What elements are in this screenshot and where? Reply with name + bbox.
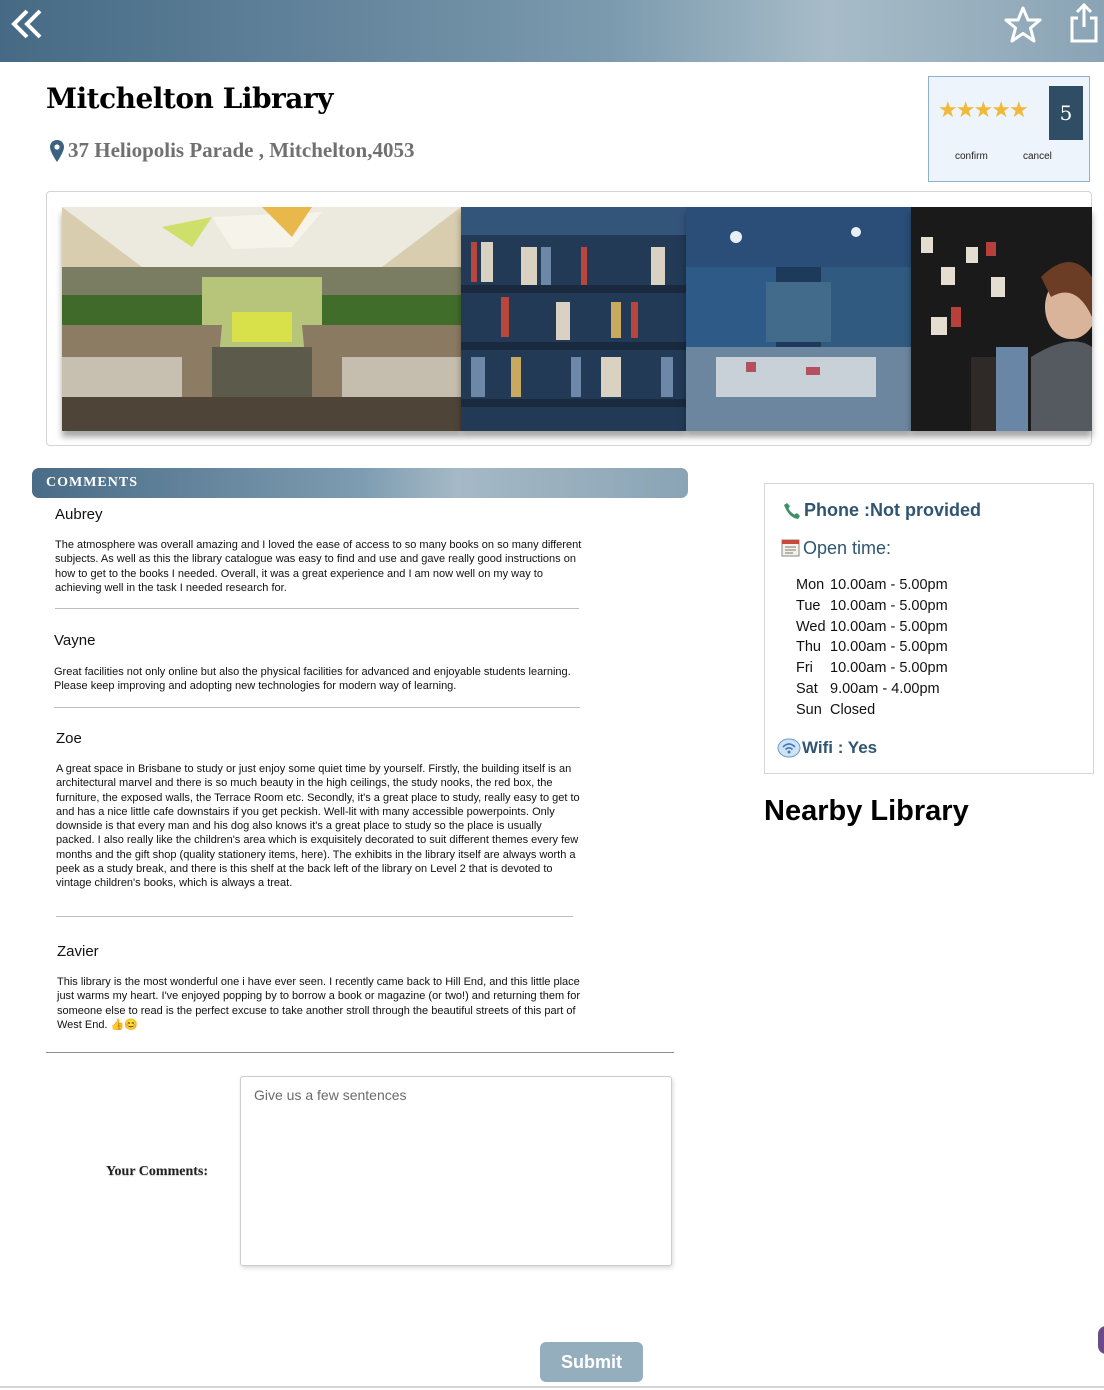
top-bar [0,0,1104,62]
comments-header: COMMENTS [32,468,688,498]
hours-row: Wed 10.00am - 5.00pm [796,619,948,640]
comment-author: Vayne [54,632,96,649]
comment-text: This library is the most wonderful one i… [57,976,581,1031]
star-rating[interactable]: ★ ★ ★ ★ ★ [938,99,1029,121]
phone-icon [784,502,800,519]
comment-text: Great facilities not only online but als… [54,666,571,693]
hours-row: Mon 10.00am - 5.00pm [796,577,948,598]
comment-author: Aubrey [55,506,103,523]
cancel-button[interactable]: cancel [1023,151,1052,162]
double-chevron-left-icon [11,9,42,39]
library-title: Mitchelton Library [46,82,333,115]
hours-day: Sun [796,701,822,718]
hours-time: 9.00am - 4.00pm [830,680,940,697]
side-edge-tab[interactable] [1098,1326,1104,1354]
phone-info: Phone :Not provided [783,500,981,521]
wifi-icon [777,738,801,758]
bookshop-interior-photo[interactable] [686,207,911,431]
hours-time: Closed [830,701,876,718]
hours-time: 10.00am - 5.00pm [830,618,948,635]
comment-input[interactable] [240,1076,672,1266]
submit-button[interactable]: Submit [540,1342,643,1382]
comment-divider [54,707,580,708]
hours-time: 10.00am - 5.00pm [830,597,948,614]
map-pin-icon [50,139,64,162]
phone-text: Phone :Not provided [804,500,981,520]
confirm-button[interactable]: confirm [955,151,988,162]
hours-time: 10.00am - 5.00pm [830,639,948,656]
hours-day: Fri [796,660,813,677]
library-atrium-photo[interactable] [62,207,461,431]
hours-day: Thu [796,639,821,656]
favorite-button[interactable] [1003,5,1043,45]
bookseller-photo[interactable] [911,207,1092,431]
star-outline-icon [1004,6,1042,43]
share-button[interactable] [1066,2,1102,44]
comment-text: The atmosphere was overall amazing and I… [55,539,582,594]
comment-divider [55,608,579,609]
nearby-library-heading: Nearby Library [764,795,969,827]
hours-row: Fri 10.00am - 5.00pm [796,660,948,681]
hours-row: Tue 10.00am - 5.00pm [796,598,948,619]
hours-row: Sun Closed [796,702,948,723]
share-icon [1070,2,1098,43]
page-bottom-divider [0,1386,1104,1388]
star-icon[interactable]: ★ [1009,99,1029,121]
comment-author: Zavier [57,943,99,960]
hours-row: Thu 10.00am - 5.00pm [796,639,948,660]
hours-day: Wed [796,618,826,635]
hours-row: Sat 9.00am - 4.00pm [796,681,948,702]
calendar-icon [781,539,800,557]
wifi-info: Wifi : Yes [777,738,877,758]
library-info-card: Phone :Not provided Open time: Mon 10.00a… [764,483,1094,774]
wifi-text: Wifi : Yes [802,738,878,757]
hours-day: Sat [796,680,818,697]
bookshelves-photo[interactable] [461,207,686,431]
address-text: 37 Heliopolis Parade , Mitchelton,4053 [68,138,415,162]
rating-value: 5 [1049,86,1083,140]
hours-day: Mon [796,577,825,593]
comment-text: A great space in Brisbane to study or ju… [56,763,580,890]
comment-divider [56,916,573,917]
comments-heading: COMMENTS [46,475,138,490]
comment-form-label: Your Comments: [106,1164,209,1179]
hours-time: 10.00am - 5.00pm [830,660,948,677]
comments-end-divider [46,1052,674,1053]
library-address: 37 Heliopolis Parade , Mitchelton,4053 [50,138,414,163]
opening-hours: Mon 10.00am - 5.00pm Tue 10.00am - 5.00pm … [796,577,948,723]
open-time-heading: Open time: [781,537,891,559]
back-button[interactable] [10,6,50,46]
comment-author: Zoe [56,730,82,747]
open-time-label: Open time: [803,538,892,558]
hours-day: Tue [796,597,821,614]
rating-box: ★ ★ ★ ★ ★ 5 confirm cancel [928,76,1090,182]
hours-time: 10.00am - 5.00pm [830,577,948,593]
